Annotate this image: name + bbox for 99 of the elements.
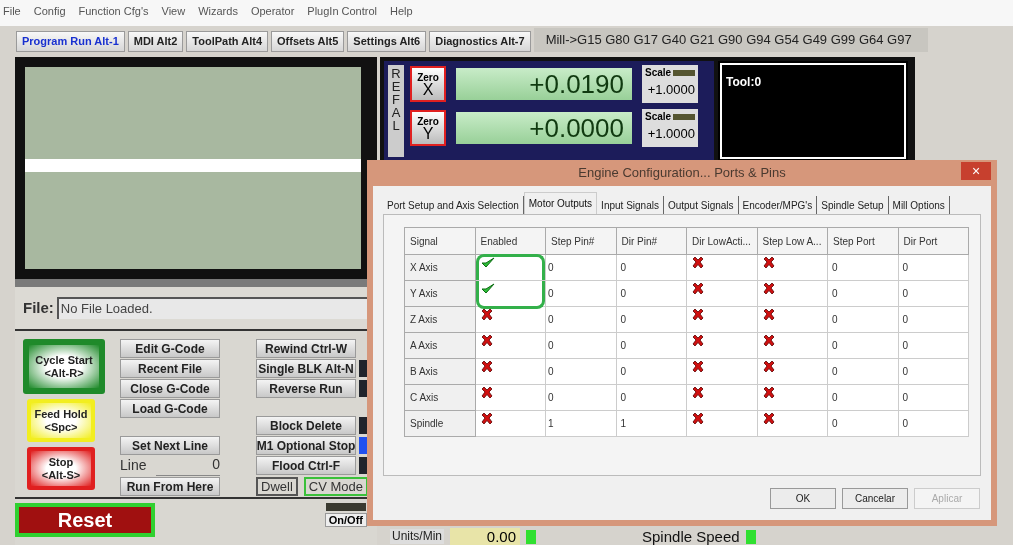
table-cell: 0	[545, 384, 616, 411]
table-cell: 0	[827, 306, 898, 333]
status-led	[745, 529, 756, 544]
line-label: Line	[120, 456, 147, 475]
menu-item[interactable]: Wizards	[198, 3, 238, 20]
menu-item[interactable]: Config	[33, 3, 66, 20]
column-header[interactable]: Enabled	[475, 227, 546, 255]
table-cell: 0	[898, 332, 969, 359]
column-header[interactable]: Dir Port	[898, 227, 969, 255]
row-header: A Axis	[404, 332, 475, 359]
row-header: Spindle	[404, 410, 475, 437]
table-cell: 0	[898, 358, 969, 385]
program-button[interactable]: Recent File	[120, 359, 220, 378]
on-off-button[interactable]: On/Off	[324, 513, 367, 527]
table-cell: 0	[545, 280, 616, 307]
table-cell: 0	[898, 254, 969, 281]
table-cell: 0	[545, 254, 616, 281]
rewind-button[interactable]: Rewind Ctrl-W	[256, 339, 356, 358]
tool-display: Tool:0	[720, 63, 906, 159]
mode-indicator: Dwell	[256, 477, 298, 496]
table-cell: 0	[545, 358, 616, 385]
column-header[interactable]: Dir Pin#	[616, 227, 687, 255]
axis-readout: +0.0000	[456, 112, 632, 144]
toggle-button[interactable]: Flood Ctrl-F	[256, 456, 356, 475]
tab[interactable]: Settings Alt6	[347, 31, 427, 52]
column-header[interactable]: Signal	[404, 227, 475, 255]
row-header: C Axis	[404, 384, 475, 411]
row-header: B Axis	[404, 358, 475, 385]
axis-readout: +0.0190	[456, 68, 632, 100]
toggle-button[interactable]: Block Delete	[256, 416, 356, 435]
table-cell: 1	[545, 410, 616, 437]
program-button[interactable]: Run From Here	[120, 477, 220, 496]
table-cell: 0	[616, 306, 687, 333]
table-cell: 0	[827, 384, 898, 411]
row-header: Y Axis	[404, 280, 475, 307]
program-button[interactable]: Close G-Code	[120, 379, 220, 398]
program-button[interactable]: Edit G-Code	[120, 339, 220, 358]
reset-button[interactable]: Reset	[15, 503, 155, 537]
modal-codes: Mill->G15 G80 G17 G40 G21 G90 G94 G54 G49 G99 G64 G97	[533, 28, 928, 52]
table-cell: 0	[616, 384, 687, 411]
dialog-button[interactable]: Cancelar	[842, 487, 908, 509]
menu-item[interactable]: Help	[390, 3, 413, 20]
tab[interactable]: MDI Alt2	[127, 31, 184, 52]
table-cell: 0	[898, 306, 969, 333]
indicator-bar	[325, 503, 366, 511]
table-cell: 0	[616, 332, 687, 359]
tab[interactable]: Offsets Alt5	[271, 31, 345, 52]
zero-axis-button[interactable]: Zero X	[410, 66, 446, 102]
table-cell: 1	[616, 410, 687, 437]
table-cell: 0	[545, 306, 616, 333]
dialog-title: Engine Configuration... Ports & Pins	[577, 164, 787, 183]
file-field: No File Loaded.	[56, 297, 369, 319]
row-header: Z Axis	[404, 306, 475, 333]
menu-item[interactable]: PlugIn Control	[307, 3, 378, 20]
ref-all-button[interactable]: REFAL	[388, 65, 404, 157]
table-cell: 0	[616, 254, 687, 281]
dialog-tab[interactable]: Motor Outputs	[523, 192, 598, 214]
dialog-button[interactable]: OK	[770, 487, 836, 509]
toggle-button[interactable]: M1 Optional Stop	[256, 436, 356, 455]
table-cell: 0	[898, 384, 969, 411]
spindle-label: Spindle Speed	[642, 528, 740, 545]
column-header[interactable]: Step Low A...	[757, 227, 828, 255]
toggle-button[interactable]: Reverse Run	[256, 379, 356, 398]
table-cell: 0	[827, 254, 898, 281]
column-header[interactable]: Dir LowActi...	[686, 227, 757, 255]
table-cell: 0	[898, 280, 969, 307]
table-cell: 0	[616, 358, 687, 385]
column-header[interactable]: Step Pin#	[545, 227, 616, 255]
menu-item[interactable]: Operator	[250, 3, 295, 20]
program-button[interactable]: Load G-Code	[120, 399, 220, 418]
menu-item[interactable]: Function Cfg's	[78, 3, 149, 20]
cycle-button[interactable]: Cycle Start <Alt-R>	[23, 339, 105, 394]
feed-label: Units/Min	[390, 529, 444, 544]
tab[interactable]: Program Run Alt-1	[16, 31, 125, 52]
program-button[interactable]: Set Next Line	[120, 436, 220, 455]
table-cell: 0	[827, 358, 898, 385]
scale-box: Scale +1.0000	[642, 109, 698, 147]
table-cell: 0	[827, 332, 898, 359]
close-button[interactable]: ×	[961, 162, 991, 180]
table-cell: 0	[545, 332, 616, 359]
line-field[interactable]: 0	[156, 454, 220, 476]
menu-item[interactable]: File	[3, 3, 21, 20]
cycle-button[interactable]: Stop <Alt-S>	[27, 447, 95, 490]
menu-item[interactable]: View	[161, 3, 186, 20]
file-label: File:	[23, 297, 54, 318]
scale-box: Scale +1.0000	[642, 65, 698, 103]
tab[interactable]: ToolPath Alt4	[186, 31, 269, 52]
zero-axis-button[interactable]: Zero Y	[410, 110, 446, 146]
toggle-button[interactable]: Single BLK Alt-N	[256, 359, 356, 378]
cycle-button[interactable]: Feed Hold <Spc>	[27, 399, 95, 442]
tab[interactable]: Diagnostics Alt-7	[429, 31, 531, 52]
table-cell: 0	[827, 280, 898, 307]
table-cell: 0	[827, 410, 898, 437]
row-header: X Axis	[404, 254, 475, 281]
feed-readout: 0.00	[450, 528, 520, 545]
column-header[interactable]: Step Port	[827, 227, 898, 255]
status-led	[526, 529, 536, 544]
table-cell: 0	[616, 280, 687, 307]
table-cell: 0	[898, 410, 969, 437]
